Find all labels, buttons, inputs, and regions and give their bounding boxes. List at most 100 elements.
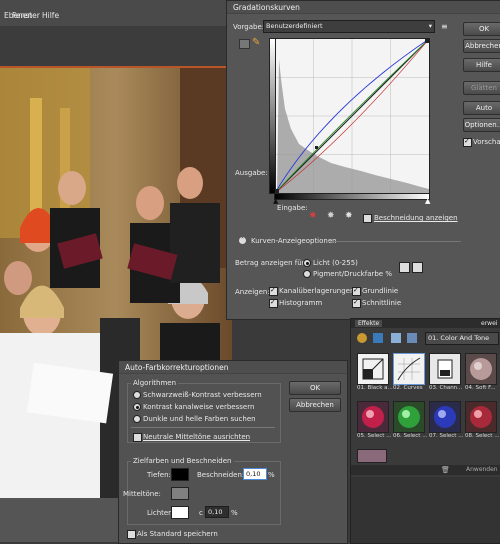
curves-ok-button[interactable]: OK bbox=[463, 22, 500, 36]
c-label: c bbox=[199, 509, 203, 517]
shadows-label: Tiefen: bbox=[147, 471, 171, 479]
effects-tab[interactable]: Effekte bbox=[355, 320, 383, 327]
effects-footer: 🗑 Anwenden bbox=[351, 465, 500, 475]
effect-thumb-3[interactable] bbox=[429, 353, 461, 385]
midtones-label: Mitteltöne: bbox=[123, 490, 161, 498]
layer-styles-icon[interactable] bbox=[373, 333, 383, 343]
intersection-checkbox[interactable] bbox=[352, 298, 361, 308]
filters-icon[interactable] bbox=[357, 333, 367, 343]
auto-button[interactable]: Auto bbox=[463, 101, 500, 115]
actions-icon[interactable] bbox=[407, 333, 417, 343]
effect-thumb-9[interactable] bbox=[357, 449, 387, 463]
apply-button[interactable]: Anwenden bbox=[466, 466, 498, 473]
histogram-label: Histogramm bbox=[279, 299, 323, 307]
curves-options-button[interactable]: Optionen... bbox=[463, 118, 500, 132]
effect-label-5: 05. Select ... bbox=[357, 433, 392, 439]
effect-thumb-1[interactable] bbox=[357, 353, 389, 385]
shadows-color-swatch[interactable] bbox=[171, 468, 189, 481]
bw-contrast-label: Schwarzweiß-Kontrast verbessern bbox=[143, 391, 262, 399]
curves-titlebar[interactable]: Gradationskurven bbox=[227, 1, 500, 14]
effect-label-8: 08. Select ... bbox=[465, 433, 500, 439]
menu-fenster[interactable]: Fenster bbox=[12, 11, 40, 20]
chevron-down-icon: ▾ bbox=[428, 22, 432, 30]
menu-bar: Ebenen Fenster Hilfe bbox=[0, 0, 232, 27]
curves-graph[interactable] bbox=[274, 38, 430, 194]
white-point-eyedropper-icon[interactable]: ✸ bbox=[345, 211, 353, 221]
neutral-midtones-label: Neutrale Mitteltöne ausrichten bbox=[143, 433, 251, 441]
collapse-chevron-icon[interactable]: ˄ bbox=[239, 237, 246, 244]
show-amount-label: Betrag anzeigen für: bbox=[235, 259, 307, 267]
preset-value: Benutzerdefiniert bbox=[266, 22, 323, 30]
extensions-tab[interactable]: erwei bbox=[481, 320, 497, 327]
per-channel-contrast-label: Kontrast kanalweise verbessern bbox=[143, 403, 255, 411]
soft-focus-thumb-icon bbox=[470, 358, 492, 380]
input-label: Eingabe: bbox=[277, 204, 308, 212]
effects-panel: Effekte erwei 01. Color And Tone 01. Bla… bbox=[350, 318, 500, 544]
channel-mixer-thumb-icon bbox=[437, 359, 453, 379]
effect-thumb-6[interactable] bbox=[393, 401, 425, 433]
preset-menu-icon[interactable]: ≡ bbox=[441, 22, 448, 31]
clip-shadows-input[interactable]: 0,10 bbox=[243, 468, 267, 480]
targets-header: Zielfarben und Beschneiden bbox=[131, 457, 234, 465]
neutral-midtones-checkbox[interactable] bbox=[133, 433, 142, 442]
grid-small-icon[interactable] bbox=[399, 262, 410, 273]
divider bbox=[327, 241, 461, 242]
clip-highlights-input[interactable]: 0,10 bbox=[205, 506, 229, 518]
show-clipping-label: Beschneidung anzeigen bbox=[374, 214, 458, 222]
select-blue-thumb-icon bbox=[434, 406, 456, 428]
black-point-eyedropper-icon[interactable]: ✸ bbox=[309, 211, 317, 221]
effect-thumb-5[interactable] bbox=[357, 401, 389, 433]
baseline-label: Grundlinie bbox=[362, 287, 399, 295]
light-radio[interactable] bbox=[303, 259, 311, 267]
trash-icon[interactable]: 🗑 bbox=[441, 466, 450, 474]
preset-select[interactable]: Benutzerdefiniert ▾ bbox=[263, 20, 435, 33]
grid-large-icon[interactable] bbox=[412, 262, 423, 273]
effect-label-7: 07. Select ... bbox=[429, 433, 464, 439]
clip-highlights-percent: % bbox=[231, 509, 238, 517]
histogram-checkbox[interactable] bbox=[269, 298, 278, 308]
show-clipping-checkbox[interactable] bbox=[363, 214, 372, 223]
dark-light-colors-radio[interactable] bbox=[133, 415, 141, 423]
photo-effects-icon[interactable] bbox=[391, 333, 401, 343]
channel-overlays-label: Kanalüberlagerungen bbox=[279, 287, 355, 295]
per-channel-contrast-radio[interactable] bbox=[133, 403, 141, 411]
pigment-radio[interactable] bbox=[303, 270, 311, 278]
preview-checkbox[interactable] bbox=[463, 137, 472, 147]
effect-thumb-7[interactable] bbox=[429, 401, 461, 433]
smooth-button[interactable]: Glätten bbox=[463, 81, 500, 95]
auto-color-cancel-button[interactable]: Abbrechen bbox=[289, 398, 341, 412]
options-bar bbox=[0, 26, 232, 68]
effect-thumb-2[interactable] bbox=[393, 353, 425, 385]
light-radio-label: Licht (0-255) bbox=[313, 259, 358, 267]
gray-point-eyedropper-icon[interactable]: ✸ bbox=[327, 211, 335, 221]
select-magenta-thumb-icon bbox=[470, 406, 492, 428]
auto-color-ok-button[interactable]: OK bbox=[289, 381, 341, 395]
midtones-color-swatch[interactable] bbox=[171, 487, 189, 500]
curves-title: Gradationskurven bbox=[233, 3, 300, 12]
channel-overlays-checkbox[interactable] bbox=[269, 286, 278, 296]
effects-category-select[interactable]: 01. Color And Tone bbox=[425, 332, 499, 345]
effect-thumb-8[interactable] bbox=[465, 401, 497, 433]
menu-hilfe[interactable]: Hilfe bbox=[42, 11, 59, 20]
curves-cancel-button[interactable]: Abbrechen bbox=[463, 39, 500, 53]
curve-options-header: Kurven-Anzeigeoptionen bbox=[251, 237, 337, 245]
dark-light-colors-label: Dunkle und helle Farben suchen bbox=[143, 415, 256, 423]
auto-color-title: Auto-Farbkorrekturoptionen bbox=[125, 363, 229, 372]
effect-thumb-4[interactable] bbox=[465, 353, 497, 385]
effect-label-2: 02. Curves bbox=[393, 385, 423, 391]
curves-help-button[interactable]: Hilfe bbox=[463, 58, 500, 72]
curve-point-tool-icon[interactable] bbox=[239, 39, 250, 49]
save-default-checkbox[interactable] bbox=[127, 530, 136, 539]
bw-contrast-radio[interactable] bbox=[133, 391, 141, 399]
output-gradient-bar bbox=[269, 38, 276, 194]
baseline-checkbox[interactable] bbox=[352, 286, 361, 296]
auto-color-titlebar[interactable]: Auto-Farbkorrekturoptionen bbox=[119, 361, 347, 374]
clip-shadows-percent: % bbox=[268, 471, 275, 479]
effects-tabbar: Effekte erwei bbox=[351, 319, 500, 328]
pencil-icon[interactable]: ✎ bbox=[252, 37, 260, 48]
curves-graph-svg bbox=[274, 38, 430, 194]
curve-thumb-icon bbox=[362, 358, 384, 380]
highlights-color-swatch[interactable] bbox=[171, 506, 189, 519]
panel-empty-area bbox=[351, 477, 500, 543]
white-input-slider-icon[interactable]: ▲ bbox=[425, 197, 430, 205]
